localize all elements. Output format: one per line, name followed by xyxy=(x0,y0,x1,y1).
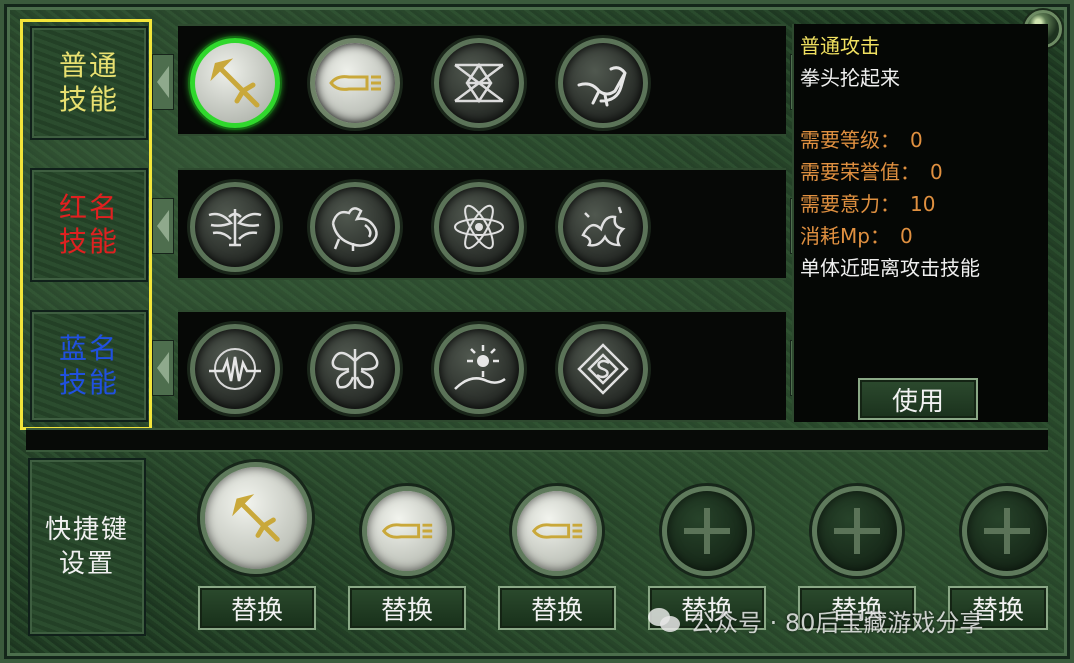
watermark: 公众号 · 80后宝藏游戏分享 xyxy=(648,596,983,644)
skill-slot-butterfly-rune[interactable] xyxy=(310,324,400,414)
dollar-rune-icon xyxy=(577,343,629,395)
skill-slot-sunrise[interactable] xyxy=(434,324,524,414)
hotkey-slot-5[interactable] xyxy=(812,486,902,576)
atom-icon xyxy=(454,204,504,250)
category-label: 红名 xyxy=(58,191,119,224)
skill-type-description: 单体近距离攻击技能 xyxy=(800,256,980,280)
arrow-left-icon[interactable] xyxy=(152,198,174,254)
vortex-icon xyxy=(209,348,261,390)
req-level-label: 需要等级： xyxy=(800,128,900,152)
req-level-value: 0 xyxy=(910,128,923,152)
req-will-value: 10 xyxy=(910,192,936,216)
skill-description: 拳头抡起来 xyxy=(800,66,900,90)
req-will-label: 需要意力： xyxy=(800,192,900,216)
category-label: 技能 xyxy=(58,366,119,399)
category-blue-name-skills[interactable]: 蓝名 技能 xyxy=(30,310,148,422)
hotkey-slot-3[interactable] xyxy=(512,486,602,576)
swap-button-1[interactable]: 替换 xyxy=(198,586,316,630)
watermark-text: 公众号 · 80后宝藏游戏分享 xyxy=(690,608,984,637)
dragon-icon xyxy=(331,207,378,251)
hotkey-slot-4[interactable] xyxy=(662,486,752,576)
skill-row-normal xyxy=(152,24,812,136)
hotkey-label-line: 快捷键 xyxy=(44,515,129,545)
skill-row-blue xyxy=(152,310,812,422)
skill-slot-vortex[interactable] xyxy=(190,324,280,414)
swap-button-3[interactable]: 替换 xyxy=(498,586,616,630)
arrow-left-icon[interactable] xyxy=(152,54,174,110)
sword-icon xyxy=(210,58,260,108)
mp-cost-label: 消耗Mp： xyxy=(800,224,890,248)
bird-icon xyxy=(577,66,627,107)
skill-slot-atom[interactable] xyxy=(434,182,524,272)
butterfly-rune-icon xyxy=(331,349,379,389)
flower-icon xyxy=(581,206,626,247)
skill-slot-dragon[interactable] xyxy=(310,182,400,272)
plus-icon xyxy=(984,508,1030,554)
bullet-icon xyxy=(381,523,433,539)
sword-icon xyxy=(232,494,280,542)
mp-cost-value: 0 xyxy=(899,224,913,248)
category-red-name-skills[interactable]: 红名 技能 xyxy=(30,168,148,282)
hotkey-slot-6[interactable] xyxy=(962,486,1048,576)
swap-button-2[interactable]: 替换 xyxy=(348,586,466,630)
skill-info-panel: 普通攻击 拳头抡起来 需要等级： 0 需要荣誉值： 0 需要意力： 10 消耗Mp： 0… xyxy=(792,24,1048,422)
use-button[interactable]: 使用 xyxy=(858,378,978,420)
bullet-icon xyxy=(329,75,381,91)
arrow-left-icon[interactable] xyxy=(152,340,174,396)
skill-slot-bird[interactable] xyxy=(558,38,648,128)
wechat-icon xyxy=(648,606,682,634)
winged-figure-icon xyxy=(208,209,262,247)
divider xyxy=(26,428,1048,452)
category-normal-skills[interactable]: 普通 技能 xyxy=(30,26,148,140)
category-label: 蓝名 xyxy=(58,332,119,365)
skill-slot-sword[interactable] xyxy=(190,38,280,128)
category-label: 技能 xyxy=(58,83,119,116)
hotkey-slot-1[interactable] xyxy=(200,462,312,574)
plus-icon xyxy=(684,508,730,554)
skill-name: 普通攻击 xyxy=(800,34,880,58)
skill-slot-cross-rune[interactable] xyxy=(434,38,524,128)
req-will-line: 需要意力： 10 xyxy=(800,188,1042,220)
bullet-icon xyxy=(531,523,583,539)
skill-slot-flower[interactable] xyxy=(558,182,648,272)
hotkey-settings-label: 快捷键 设置 xyxy=(28,458,146,636)
category-label: 技能 xyxy=(58,225,119,258)
plus-icon xyxy=(834,508,880,554)
category-label: 普通 xyxy=(58,49,119,82)
skill-row-red xyxy=(152,168,812,280)
sunrise-icon xyxy=(454,345,506,390)
skill-slot-winged-figure[interactable] xyxy=(190,182,280,272)
hotkey-label-line: 设置 xyxy=(58,549,115,579)
req-honor-value: 0 xyxy=(930,160,943,184)
mp-cost-line: 消耗Mp： 0 xyxy=(800,220,1042,252)
req-level-line: 需要等级： 0 xyxy=(800,124,1042,156)
skill-slot-dollar-rune[interactable] xyxy=(558,324,648,414)
req-honor-line: 需要荣誉值： 0 xyxy=(800,156,1042,188)
req-honor-label: 需要荣誉值： xyxy=(800,160,920,184)
hotkey-slot-2[interactable] xyxy=(362,486,452,576)
cross-rune-icon xyxy=(454,62,504,104)
skill-slot-bullet[interactable] xyxy=(310,38,400,128)
